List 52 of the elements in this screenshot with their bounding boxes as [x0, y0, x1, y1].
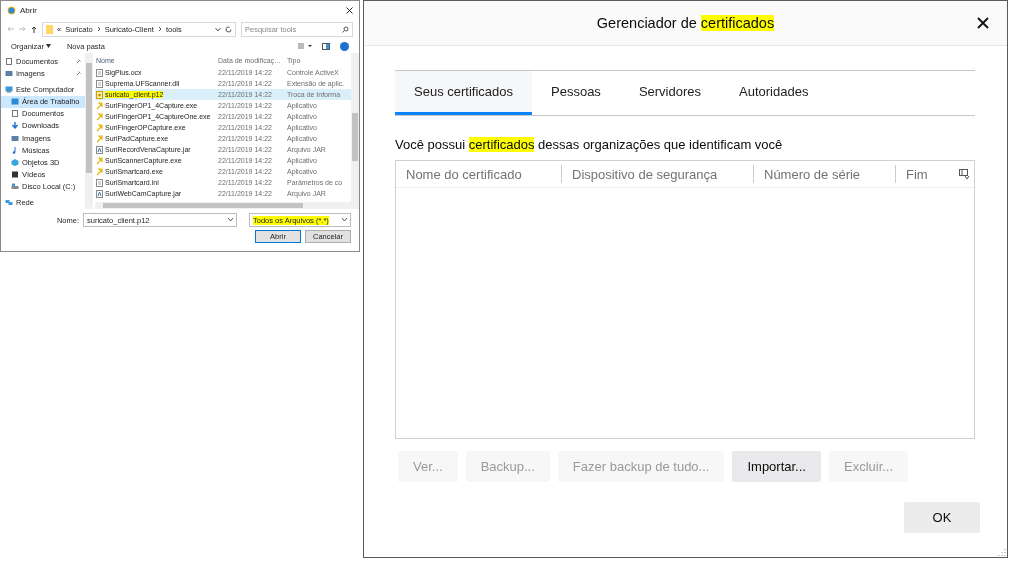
- image-icon: [11, 134, 19, 142]
- scrollbar[interactable]: [85, 53, 93, 209]
- desktop-icon: [11, 98, 19, 106]
- chevron-icon: [157, 26, 162, 32]
- dropdown-caret-icon[interactable]: [215, 26, 221, 32]
- refresh-icon[interactable]: [225, 25, 232, 33]
- globe-icon: [7, 5, 16, 15]
- music-note-icon: [11, 146, 19, 154]
- document-icon: [96, 68, 103, 77]
- horizontal-scrollbar[interactable]: [95, 202, 359, 209]
- column-header[interactable]: Número de série: [753, 165, 895, 183]
- ok-button[interactable]: OK: [904, 502, 980, 533]
- document-icon: [5, 57, 13, 65]
- close-icon[interactable]: [346, 6, 353, 14]
- document-icon: [96, 79, 103, 88]
- action-button[interactable]: Importar...: [732, 451, 821, 482]
- column-picker-icon[interactable]: [959, 168, 970, 180]
- drive-icon: [11, 183, 19, 191]
- certificate-icon: [96, 90, 103, 99]
- download-icon: [11, 122, 19, 130]
- pin-icon: [76, 58, 81, 64]
- tab[interactable]: Servidores: [619, 71, 720, 115]
- column-header[interactable]: Fim: [895, 165, 959, 183]
- folder-icon: [46, 24, 53, 34]
- network-icon: [5, 199, 13, 207]
- dialog-title: Gerenciador de certificados: [596, 15, 775, 31]
- resize-grip-icon[interactable]: [998, 548, 1006, 556]
- tab[interactable]: Autoridades: [720, 71, 828, 115]
- cube-icon: [11, 158, 19, 166]
- preview-pane-icon[interactable]: [322, 42, 330, 50]
- view-options-icon[interactable]: [298, 43, 312, 49]
- window-title: Abrir: [20, 5, 37, 15]
- up-arrow-icon[interactable]: [31, 25, 37, 33]
- java-file-icon: [96, 189, 103, 198]
- pin-icon: [76, 70, 81, 76]
- search-icon: [342, 25, 349, 33]
- tab[interactable]: Pessoas: [532, 71, 620, 115]
- chevron-icon: [96, 26, 101, 32]
- image-icon: [5, 69, 13, 77]
- caret-icon: [342, 218, 347, 222]
- column-header[interactable]: Dispositivo de segurança: [561, 165, 753, 183]
- java-file-icon: [96, 145, 103, 154]
- document-icon: [96, 178, 103, 187]
- column-header[interactable]: Nome do certificado: [396, 165, 561, 183]
- description-text: Você possui certificados dessas organizações que identificam você: [395, 137, 784, 152]
- scrollbar[interactable]: [351, 53, 359, 202]
- caret-icon: [228, 218, 233, 222]
- document-icon: [11, 110, 19, 118]
- caret-icon: [45, 44, 51, 48]
- computer-icon: [5, 85, 13, 93]
- film-icon: [11, 171, 19, 179]
- tab[interactable]: Seus certificados: [395, 71, 532, 115]
